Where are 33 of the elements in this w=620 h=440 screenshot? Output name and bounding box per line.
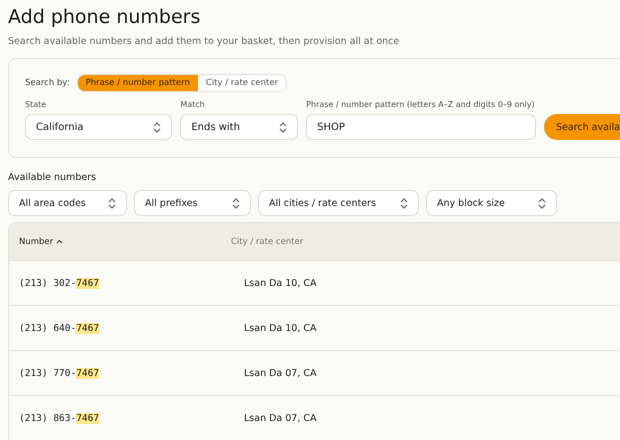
city-cell-text: Lsan Da 10, CA — [243, 278, 317, 288]
phone-number: (213) 863-7467 — [18, 412, 100, 424]
phone-number: (213) 640-7467 — [18, 322, 100, 334]
filter-select[interactable]: All area codes — [8, 190, 127, 216]
sort-up-icon — [56, 239, 64, 244]
chevron-updown-icon — [538, 198, 546, 208]
column-header[interactable]: City / rate center — [231, 236, 304, 246]
phone-number: (213) 302-7467 — [18, 278, 100, 288]
select-field[interactable]: Ends with — [180, 114, 298, 140]
city-cell-text: Lsan Da 10, CA — [243, 322, 317, 334]
filter-select[interactable]: Any block size — [426, 190, 557, 216]
search-by-label: Search by: — [25, 78, 70, 88]
column-header[interactable]: Number — [9, 236, 231, 246]
chevron-updown-icon — [279, 122, 288, 132]
search-mode-tab[interactable]: Phrase / number pattern — [78, 75, 198, 91]
chevron-updown-icon — [108, 198, 116, 208]
city-cell-text: Lsan Da 07, CA — [243, 412, 317, 424]
filter-select[interactable]: All prefixes — [134, 190, 251, 216]
page-title: Add phone numbers — [8, 5, 202, 29]
page-subtitle: Search available numbers and add them to your basket, then provision all at once — [8, 36, 400, 47]
field-label: State — [25, 100, 48, 109]
chevron-updown-icon — [232, 198, 240, 208]
field-label: Phrase / number pattern (letters A–Z and digits 0–9 only) — [306, 100, 536, 109]
field-label: Match — [180, 100, 206, 109]
filter-select[interactable]: All cities / rate centers — [258, 190, 419, 216]
phone-number: (213) 770-7467 — [18, 368, 100, 378]
chevron-updown-icon — [400, 198, 408, 208]
section-title: Available numbers — [8, 172, 98, 183]
chevron-updown-icon — [153, 122, 162, 132]
city-cell-text: Lsan Da 07, CA — [243, 368, 317, 378]
input-field[interactable]: SHOP — [306, 114, 536, 140]
select-field[interactable]: California — [25, 114, 172, 140]
search-button[interactable]: Search availa — [544, 114, 620, 140]
